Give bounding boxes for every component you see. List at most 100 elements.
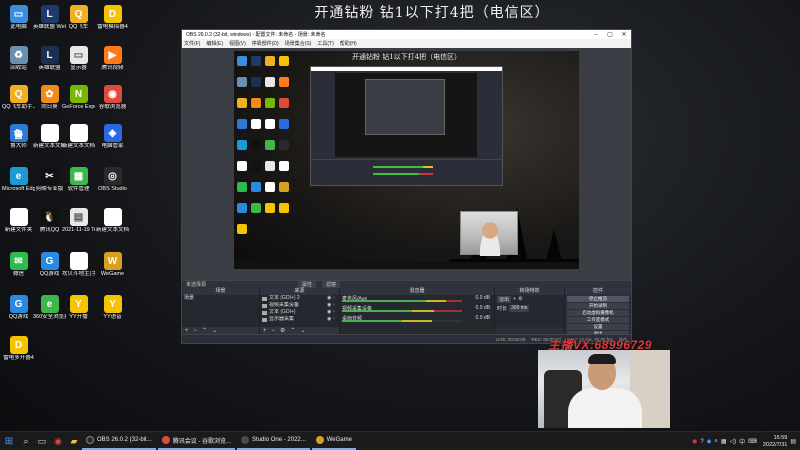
desktop-icon[interactable]: ▦ 软件管理 [62, 165, 95, 203]
desktop-icon-label: QQ飞车助手工具 [2, 104, 35, 110]
chrome-icon[interactable]: ◉ [50, 436, 66, 447]
start-recording-button[interactable]: 开始录制 [567, 303, 629, 309]
taskbar-app-wegame[interactable]: WeGame [311, 433, 356, 450]
menu-tools[interactable]: 工具(T) [317, 40, 333, 47]
desktop-icon[interactable]: 新建文本文档(4) [96, 206, 129, 244]
lock-icon[interactable]: ▫ [333, 302, 339, 309]
desktop-icon[interactable]: ▤2021-11-19 Team AR... [62, 206, 95, 244]
desktop-icon[interactable]: 新建文本文档(2) [62, 122, 95, 160]
desktop-icon[interactable]: 新建文件夹 [2, 206, 35, 244]
maximize-icon[interactable]: ▢ [603, 31, 617, 38]
add-icon[interactable]: + [185, 328, 189, 334]
desktop-icon[interactable]: eMicrosoft Edge [2, 165, 35, 203]
notification-icon[interactable]: ▤ [790, 438, 796, 445]
nested-obs-preview [335, 73, 477, 157]
obs-preview[interactable]: 开通钻粉 钻1以下打4把（电信区） [182, 48, 631, 280]
menu-help[interactable]: 帮助(H) [340, 40, 357, 47]
menu-scene-collection[interactable]: 场景集合(S) [285, 40, 312, 47]
search-icon[interactable]: ⌕ [18, 436, 34, 447]
qq-icon: 🐧 [40, 208, 59, 226]
move-up-icon[interactable]: ⌃ [290, 327, 295, 334]
lock-icon[interactable]: ▫ [333, 316, 339, 323]
move-down-icon[interactable]: ⌄ [212, 327, 217, 334]
clock[interactable]: 16:59 2022/7/31 [763, 435, 787, 449]
source-item[interactable]: 文本 (GDI+) ◉ ▫ [260, 309, 339, 316]
obs-titlebar[interactable]: OBS 26.0.2 (32-bit, windows) - 配置文件: 未命名… [182, 30, 631, 39]
stop-streaming-button[interactable]: 停止推流 [567, 296, 629, 302]
volume-meter[interactable] [342, 310, 462, 312]
desktop-icon[interactable]: ◎ OBS Studio [96, 165, 129, 203]
menu-edit[interactable]: 编辑(E) [206, 40, 223, 47]
desktop-icon-label: 2021-11-19 Team AR... [62, 227, 95, 233]
gear-icon[interactable]: ⚙ [280, 327, 285, 334]
filters-button[interactable]: 滤镜 [322, 281, 341, 288]
move-up-icon[interactable]: ⌃ [202, 327, 207, 334]
add-transition-icon[interactable]: + [513, 296, 516, 303]
volume-meter[interactable] [342, 300, 462, 302]
tray-app-icon[interactable]: ◉ [692, 438, 697, 445]
scene-item[interactable]: 场景 [182, 295, 259, 302]
properties-button[interactable]: 属性 [298, 281, 317, 288]
desktop-icon[interactable]: ♻ 回收站 [2, 44, 35, 82]
desktop-icon[interactable]: QQQ飞车助手工具 [2, 83, 35, 121]
remove-icon[interactable]: − [272, 328, 276, 334]
gear-icon[interactable]: ⚙ [518, 296, 522, 303]
lock-icon[interactable]: ▫ [333, 309, 339, 316]
meter-yellow [426, 300, 446, 302]
help-icon[interactable]: ? [700, 439, 703, 445]
taskbar-app-label: 腾讯会议 - 谷歌浏览... [172, 438, 232, 445]
remove-icon[interactable]: − [194, 328, 198, 334]
transition-select[interactable]: 淡出 [497, 296, 512, 303]
desktop-icon[interactable]: ▭ 显示器 [62, 44, 95, 82]
desktop-icon[interactable]: ▭ 此电脑 [2, 3, 35, 41]
input-language[interactable]: 中 [739, 437, 745, 446]
lol-wegame-icon [251, 56, 261, 66]
source-item[interactable]: 显示器采集 ◉ ▫ [260, 316, 339, 323]
taskbar-app-chrome[interactable]: 腾讯会议 - 谷歌浏览... [157, 433, 236, 450]
volume-meter[interactable] [342, 320, 462, 322]
desktop-icon[interactable]: 坎贝斗地主(手游电脑版) [62, 250, 95, 288]
source-item[interactable]: 文本 (GDI+) 2 ◉ ▫ [260, 295, 339, 302]
source-name: 文本 (GDI+) 2 [269, 295, 300, 301]
move-down-icon[interactable]: ⌄ [300, 327, 305, 334]
desktop-icon[interactable]: ◈ 电脑管家 [96, 122, 129, 160]
ldplayer-icon: D [103, 5, 122, 23]
desktop-icon[interactable]: 鲁鲁大师 [2, 122, 35, 160]
windows-start-icon[interactable]: ⊞ [0, 436, 18, 447]
folder-icon[interactable]: ▰ [66, 436, 82, 447]
settings-button[interactable]: 设置 [567, 324, 629, 330]
taskbar-app-studio-one[interactable]: Studio One - 2022... [237, 433, 310, 450]
task-view-icon[interactable]: ▭ [34, 436, 50, 447]
desktop-icon[interactable]: G QQ游戏 [2, 293, 35, 331]
add-icon[interactable]: + [263, 328, 267, 334]
duration-input[interactable]: 300 ms [509, 305, 530, 312]
tray-app-icon[interactable]: ◆ [707, 438, 712, 445]
chevron-up-icon[interactable]: ˄ [714, 439, 718, 445]
taskbar-app-obs[interactable]: OBS 26.0.2 (32-bit... [82, 433, 156, 450]
desktop-icon[interactable]: Y YY语音 [96, 293, 129, 331]
virtual-camera-button[interactable]: 启动虚拟摄像机 [567, 310, 629, 316]
desktop-icon[interactable]: W WeGame [96, 250, 129, 288]
desktop-icon[interactable]: D 雷电模拟器4 [96, 3, 129, 41]
desktop-icon[interactable]: ▶ 腾讯视频 [96, 44, 129, 82]
desktop-icon[interactable]: ◉ 谷歌浏览器 [96, 83, 129, 121]
lock-icon[interactable]: ▫ [333, 295, 339, 302]
source-item[interactable]: 视频采集设备 ◉ ▫ [260, 302, 339, 309]
close-icon[interactable]: ✕ [617, 31, 631, 38]
desktop-icon[interactable]: Y YY开播 [62, 293, 95, 331]
ime-icon[interactable]: ⌨ [748, 438, 757, 445]
desktop-icon[interactable]: NGeForce Experience [62, 83, 95, 121]
desktop-icon[interactable]: ✉ 微信 [2, 250, 35, 288]
desktop-icon[interactable]: D 雷电多开器4 [2, 334, 35, 372]
network-icon[interactable]: ▦ [721, 438, 727, 445]
menu-view[interactable]: 视图(V) [229, 40, 246, 47]
studio-mode-button[interactable]: 工作室模式 [567, 317, 629, 323]
menu-docks[interactable]: 停靠部件(D) [252, 40, 279, 47]
desktop-icon[interactable]: Q QQ飞车 [62, 3, 95, 41]
volume-icon[interactable]: ◁) [730, 438, 737, 445]
minimize-icon[interactable]: – [589, 32, 603, 38]
desktop-icon-label: OBS Studio [98, 186, 127, 192]
obs-window[interactable]: OBS 26.0.2 (32-bit, windows) - 配置文件: 未命名… [181, 29, 632, 344]
software-manager-icon [265, 140, 275, 150]
menu-file[interactable]: 文件(F) [184, 40, 200, 47]
